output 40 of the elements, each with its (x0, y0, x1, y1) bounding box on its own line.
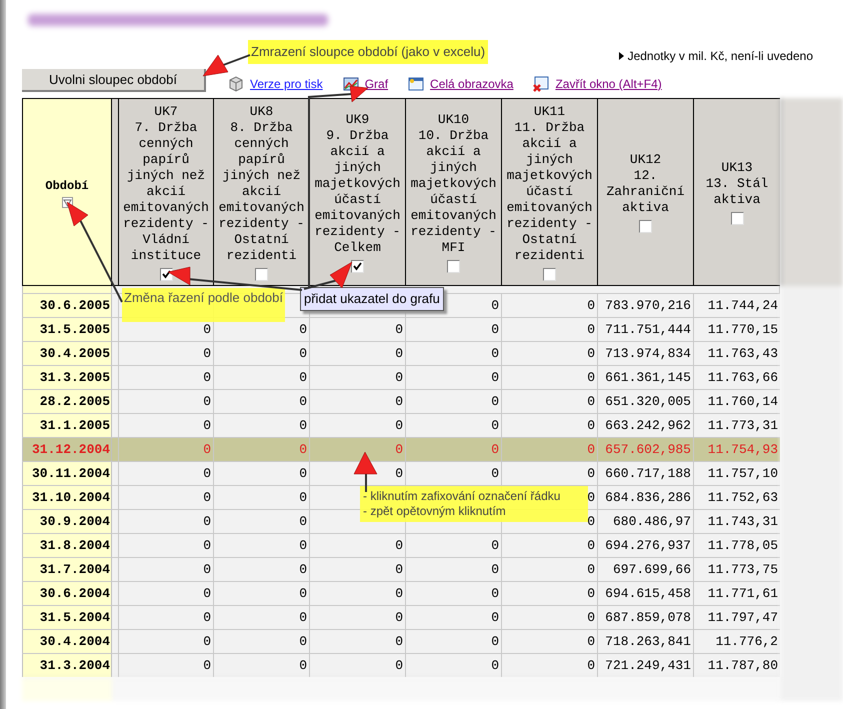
period-cell: 31.8.2004 (22, 534, 112, 557)
chart-tooltip: přidat ukazatel do grafu (300, 287, 444, 310)
column-code: UK10 (438, 112, 470, 128)
period-cell: 31.3.2004 (22, 654, 112, 677)
period-cell: 31.7.2004 (22, 558, 112, 581)
period-cell: 30.4.2004 (22, 630, 112, 653)
column-title: 7. Držba cenných papírů jiných než akcií emitovaných rezidenty - Vládní instituce (122, 120, 210, 264)
units-note: Jednotky v mil. Kč, není-li uvedeno (628, 48, 814, 65)
period-cell: 31.1.2005 (22, 414, 112, 437)
column-title: 9. Držba akcií a jiných majetkových účastí emitovaných rezidenty - Celkem (314, 128, 402, 256)
sort-tooltip: Změna řazení podle období (122, 288, 285, 322)
table-cell: 0 (309, 654, 405, 677)
period-cell: 30.4.2005 (22, 342, 112, 365)
period-cell: 31.3.2005 (22, 366, 112, 389)
freeze-tooltip: Zmrazení sloupce období (jako v excelu) (248, 40, 488, 64)
period-cell: 30.11.2004 (22, 462, 112, 485)
period-cell: 30.9.2004 (22, 510, 112, 533)
column-code: UK12 (630, 152, 662, 168)
period-cell: 31.10.2004 (22, 486, 112, 509)
period-cell: 30.6.2005 (22, 294, 112, 317)
column-code: UK13 (721, 160, 753, 176)
table-cell: 0 (118, 654, 213, 677)
period-cell: 31.12.2004 (22, 438, 112, 461)
column-title: 10. Držba akcií a jiných majetkových účastí emitovaných rezidenty - MFI (410, 128, 498, 256)
period-cell: 31.5.2005 (22, 318, 112, 341)
table-cell: 0 (501, 654, 597, 677)
period-cell: 31.5.2004 (22, 606, 112, 629)
table-cell: 0 (213, 654, 309, 677)
column-code: UK11 (534, 104, 566, 120)
column-title: 11. Držba akcií a jiných majetkových účastí emitovaných rezidenty - Ostatní rezidenti (506, 120, 594, 264)
column-code: UK9 (346, 112, 370, 128)
table-cell: 0 (405, 654, 501, 677)
period-cell: 30.6.2004 (22, 582, 112, 605)
column-code: UK8 (250, 104, 274, 120)
column-title: 13. Stál aktiva (704, 176, 770, 208)
period-cell: 28.2.2005 (22, 390, 112, 413)
column-code: UK7 (154, 104, 178, 120)
table-cell: 721.249,431 (597, 654, 693, 677)
column-title: 12. Zahraniční aktiva (605, 168, 686, 216)
column-title: 8. Držba cenných papírů jiných než akcií emitovaných rezidenty - Ostatní rezidenti (218, 120, 306, 264)
